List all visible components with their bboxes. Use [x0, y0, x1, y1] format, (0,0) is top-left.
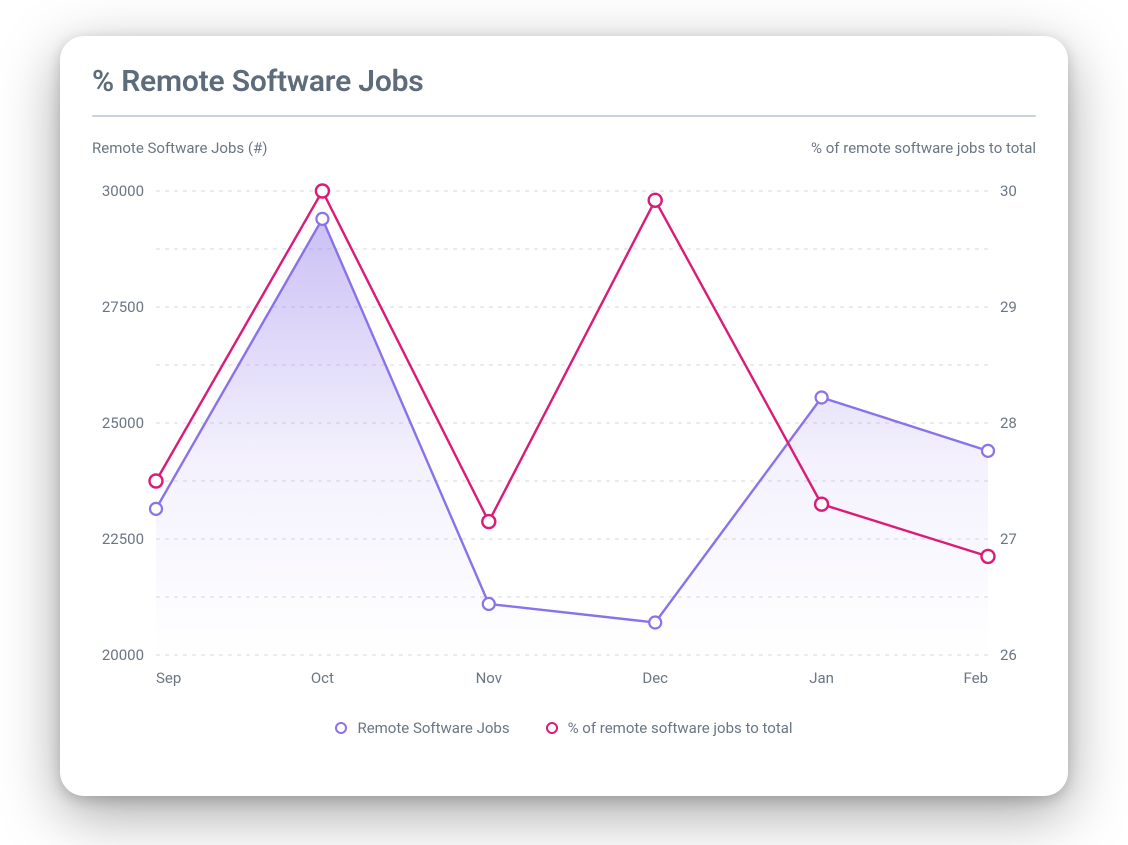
series-remote-jobs-point [982, 445, 994, 457]
series-percent-point [815, 498, 828, 511]
y-left-tick: 30000 [102, 182, 144, 200]
y-left-tick: 22500 [102, 530, 144, 548]
series-percent-point [482, 515, 495, 528]
circle-icon [335, 722, 347, 734]
circle-icon [546, 722, 558, 734]
series-percent-point [316, 185, 329, 198]
legend-label: Remote Software Jobs [357, 719, 509, 737]
legend-item-percent: % of remote software jobs to total [546, 719, 793, 737]
y-right-tick: 26 [1000, 646, 1017, 664]
axis-titles: Remote Software Jobs (#) % of remote sof… [92, 139, 1036, 157]
x-tick: Oct [311, 669, 334, 687]
series-remote-jobs-point [150, 503, 162, 515]
y-right-tick: 30 [1000, 182, 1017, 200]
chart-svg: 20000 22500 25000 27500 30000 26 27 28 29 30 Sep Oc… [92, 171, 1036, 711]
y-left-tick: 27500 [102, 298, 144, 316]
chart-area: 20000 22500 25000 27500 30000 26 27 28 29 30 Sep Oc… [92, 171, 1036, 711]
series-percent-point [649, 194, 662, 207]
x-tick: Jan [809, 669, 834, 687]
legend: Remote Software Jobs % of remote softwar… [92, 719, 1036, 737]
x-tick: Feb [963, 669, 988, 687]
y-right-label: % of remote software jobs to total [811, 139, 1036, 157]
y-right-tick: 29 [1000, 298, 1017, 316]
x-tick: Nov [476, 669, 502, 687]
x-tick: Dec [642, 669, 668, 687]
y-left-tick: 25000 [102, 414, 144, 432]
legend-label: % of remote software jobs to total [568, 719, 793, 737]
series-percent-point [982, 550, 995, 563]
y-right-tick: 28 [1000, 414, 1017, 432]
legend-item-remote-jobs: Remote Software Jobs [335, 719, 509, 737]
y-right-tick: 27 [1000, 530, 1017, 548]
x-tick: Sep [156, 669, 181, 687]
series-remote-jobs-area [156, 219, 988, 655]
series-percent-point [150, 475, 163, 488]
chart-title: % Remote Software Jobs [92, 64, 1036, 99]
chart-card: % Remote Software Jobs Remote Software J… [60, 36, 1068, 796]
series-remote-jobs-point [816, 391, 828, 403]
title-rule [92, 115, 1036, 117]
y-left-label: Remote Software Jobs (#) [92, 139, 267, 157]
series-remote-jobs-point [649, 617, 661, 629]
series-remote-jobs-point [483, 598, 495, 610]
y-left-tick: 20000 [102, 646, 144, 664]
series-remote-jobs-point [316, 213, 328, 225]
